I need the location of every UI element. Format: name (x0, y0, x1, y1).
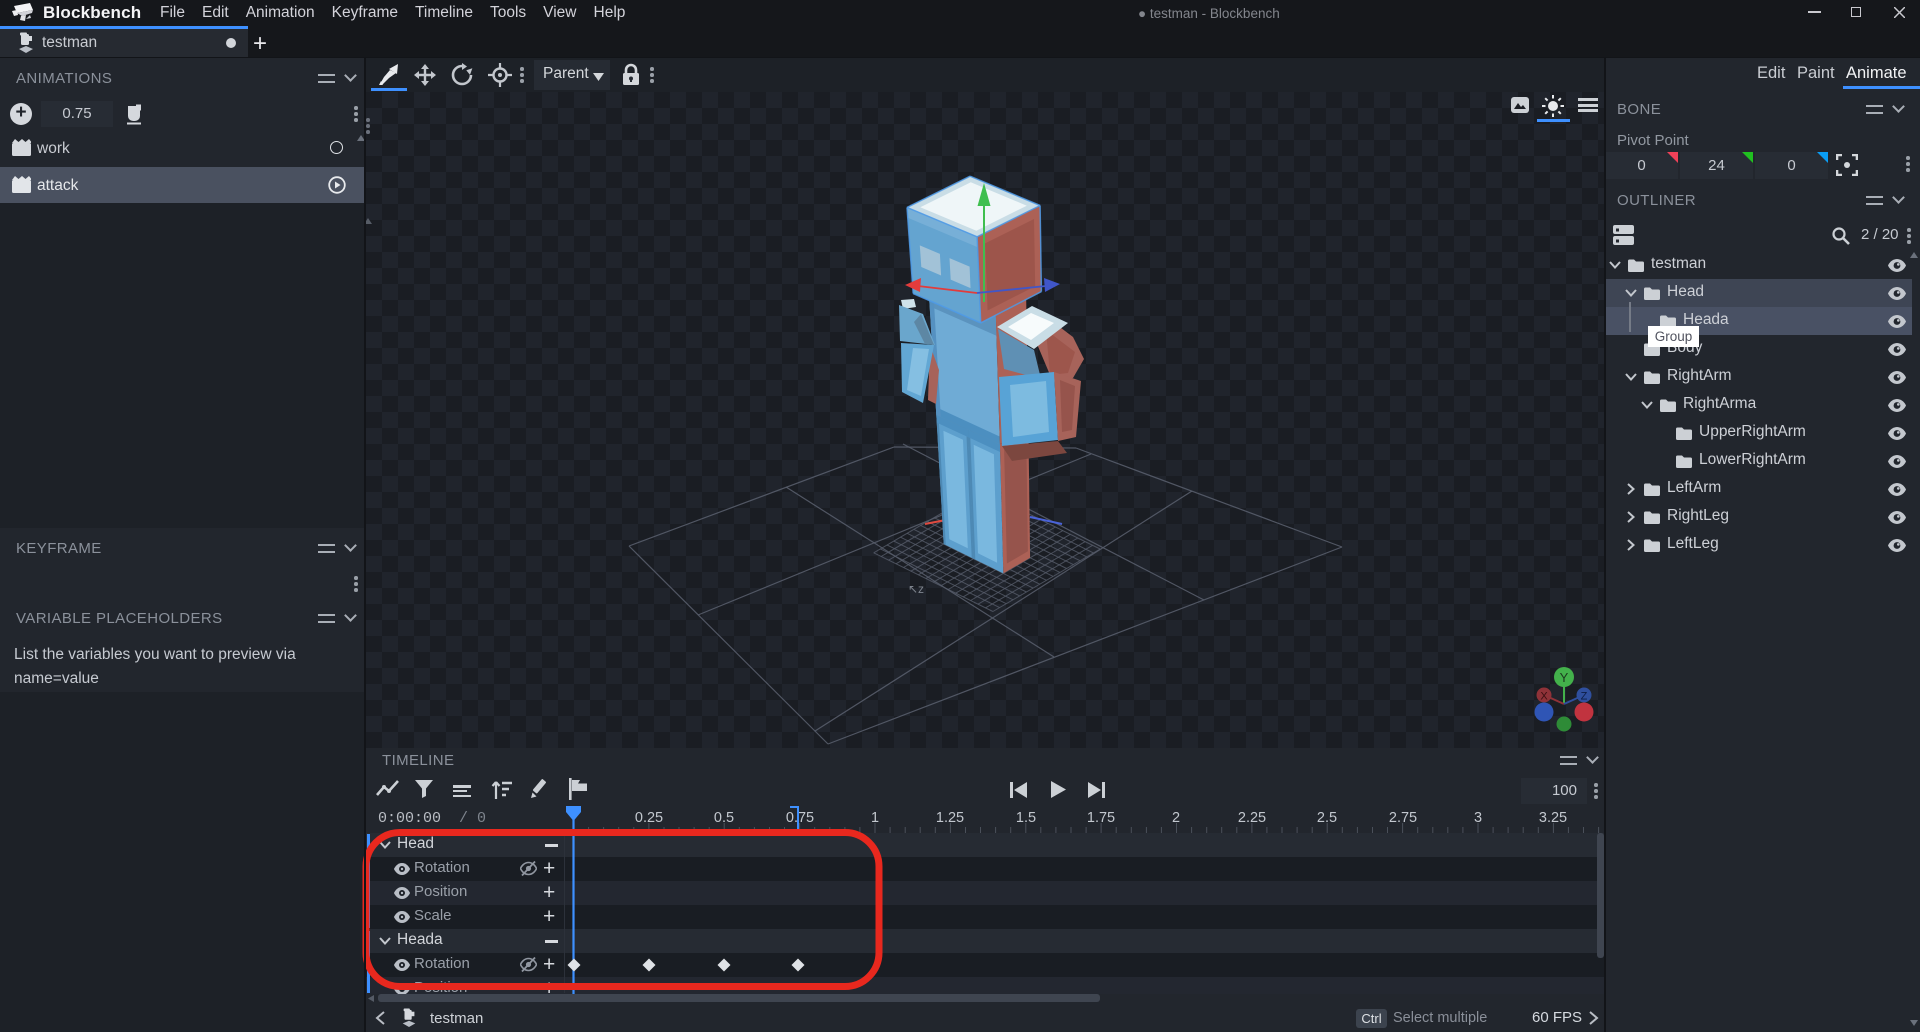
svg-text:Z: Z (1581, 691, 1588, 703)
svg-text:↖z: ↖z (908, 582, 924, 596)
svg-text:Y: Y (1560, 670, 1569, 685)
svg-text:X: X (1540, 691, 1548, 703)
